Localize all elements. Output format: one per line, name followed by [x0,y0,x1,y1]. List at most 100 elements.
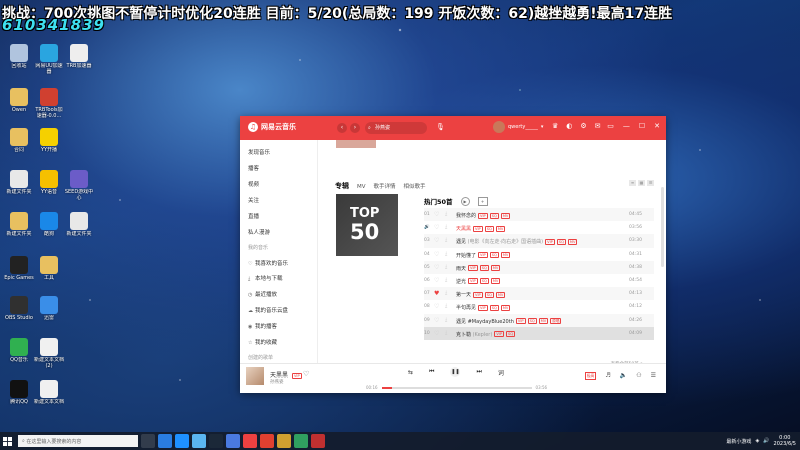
desktop-icon[interactable]: QQ音乐 [4,338,34,369]
heart-icon[interactable]: ♡ [434,264,439,271]
desktop-icon[interactable]: Epic Games [4,256,34,287]
sidebar-item[interactable]: 直播 [248,212,259,220]
gear-icon[interactable]: ⚙ [580,122,586,130]
netease-music-icon[interactable] [243,434,257,448]
download-icon[interactable]: ⤓ [445,237,447,243]
heart-icon[interactable]: ♡ [434,251,439,258]
volume-icon[interactable]: 🔈 [620,372,627,380]
minimize-icon[interactable]: — [623,122,630,130]
task-view-icon[interactable] [141,434,155,448]
mv-badge[interactable]: MV [567,238,578,245]
clock[interactable]: 0:00 2023/6/5 [774,435,796,447]
song-row[interactable]: 02🔊♡⤓天黑黑VIPSQMV03:56 [424,221,654,234]
desktop-icon[interactable]: 新建文本文档 [34,380,64,411]
top50-cover[interactable]: TOP 50 [336,194,398,256]
vip-icon[interactable]: ♛ [552,122,558,130]
desktop-icon[interactable]: YY开播 [34,128,64,159]
loop-icon[interactable]: ⇆ [408,369,413,376]
desktop-icon[interactable]: SEED游戏中心 [64,170,94,201]
recorder-icon[interactable] [311,434,325,448]
sidebar-item[interactable]: 发现音乐 [248,148,270,156]
heart-icon[interactable]: ♡ [434,317,439,324]
heart-icon[interactable]: ♡ [434,224,439,231]
edge-icon[interactable] [158,434,172,448]
view-list-icon[interactable]: ≡ [629,180,636,186]
close-icon[interactable]: ✕ [654,122,660,130]
song-row[interactable]: 01 ♡ ⤓ 我怀念的 VIP SQ MV 04:45 [424,208,654,222]
desktop-icon[interactable]: 腾讯QQ [4,380,34,411]
song-row[interactable]: 04 ♡ ⤓ 开始懂了 VIP SQ MV 04:31 [424,248,654,261]
song-row[interactable]: 06 ♡ ⤓ 逆光 VIP SQ MV 04:54 [424,274,654,287]
add-all-button[interactable]: + [477,196,488,206]
playlist-icon[interactable]: ☰ [651,372,656,380]
app-icon[interactable] [226,434,240,448]
sidebar-item[interactable]: 播客 [248,164,259,172]
desktop-icon[interactable]: 网易UU加速器 [34,44,64,75]
sidebar-item[interactable]: 私人漫游 [248,228,270,236]
mv-badge[interactable]: MV [500,304,511,311]
progress-slider[interactable] [381,386,532,389]
download-icon[interactable]: ⤓ [445,303,447,309]
heart-icon[interactable]: ♥ [434,290,439,297]
back-button[interactable]: ‹ [337,123,347,133]
maximize-icon[interactable]: ☐ [639,122,645,130]
desktop-icon[interactable]: 迅雷 [34,296,64,327]
view-grid-icon[interactable]: ▦ [638,180,645,186]
sidebar-item[interactable]: ⤓ 本地与下载 [248,274,283,282]
skin-icon[interactable]: ◐ [566,122,572,130]
sidebar-item[interactable]: ◷ 最近播放 [248,290,277,298]
tray-app-label[interactable]: 最新小游戏 [726,438,751,445]
mv-badge[interactable]: MV [500,212,511,219]
desktop-icon[interactable]: OBS Studio [4,296,34,327]
desktop-icon[interactable]: TRB加速器 [64,44,94,75]
heart-icon[interactable]: ♡ [434,330,439,337]
sound-effect-icon[interactable]: ♬ [605,372,610,380]
game-icon[interactable] [277,434,291,448]
user-profile[interactable]: qwerty_____ ▾ [493,121,543,133]
desktop-icon[interactable]: 工具 [34,256,64,287]
taskbar-search-input[interactable]: ⌕ 在这里输入要搜索的内容 [18,435,138,447]
next-icon[interactable]: ⏭ [476,368,481,376]
desktop-icon[interactable]: 酷狗 [34,212,64,243]
windows-start-icon[interactable] [0,432,14,450]
app-logo[interactable]: ♫ 网易云音乐 [248,122,296,132]
desktop-icon[interactable]: 回收站 [4,44,34,75]
sidebar-item[interactable]: ☁ 我的音乐云盘 [248,306,288,314]
desktop-icon[interactable]: 新建文件夹 [64,212,94,243]
quality-button[interactable]: 极高 [584,372,597,380]
chrome-icon[interactable] [260,434,274,448]
mv-badge[interactable]: MV [495,225,506,232]
song-row[interactable]: 10 ♡ ⤓ 克卜勒 (Kepler) VIP SQ 04:09 [424,326,654,340]
sidebar-item[interactable]: 关注 [248,196,259,204]
heart-icon[interactable]: ♡ [434,211,439,218]
network-icon[interactable]: ◈ [755,438,759,444]
desktop-icon[interactable]: 合同 [4,128,34,159]
sidebar-item[interactable]: ☆ 我的收藏 [248,338,277,346]
song-row[interactable]: 08 ♡ ⤓ 半句再见 VIP SQ MV 04:12 [424,300,654,313]
mail-icon[interactable]: ✉ [595,122,601,130]
scrollbar[interactable] [661,187,664,267]
microphone-icon[interactable]: 🎙 [436,123,445,131]
listen-together-icon[interactable]: ⚇ [636,372,641,380]
desktop-icon[interactable]: 新建文本文档 (2) [34,338,64,369]
sidebar-item[interactable]: ◉ 我的播客 [248,322,277,330]
view-detail-icon[interactable]: ☰ [647,180,654,186]
pause-button[interactable]: ❚❚ [450,367,461,377]
song-row[interactable]: 03 ♡ ⤓ 遇见 (电影《向左走·向右走》国语插曲) VIP SQ MV 03:30 [424,234,654,248]
heart-icon[interactable]: ♡ [434,237,439,244]
song-row[interactable]: 05 ♡ ⤓ 雨天 VIP SQ MV 04:38 [424,260,654,274]
tab[interactable]: MV [357,184,366,190]
forward-button[interactable]: › [350,123,360,133]
tab[interactable]: 专辑 [335,181,349,191]
explorer-icon[interactable] [175,434,189,448]
heart-icon[interactable]: ♡ [303,370,309,378]
download-icon[interactable]: ⤓ [445,224,447,230]
now-playing-cover[interactable] [246,367,264,385]
heart-icon[interactable]: ♡ [434,277,439,284]
download-icon[interactable]: ⤓ [445,211,447,217]
store-icon[interactable] [192,434,206,448]
now-playing-artist[interactable]: 孙燕姿 [270,379,284,385]
tab[interactable]: 相似歌手 [404,182,426,190]
mv-badge[interactable]: MV [538,318,549,324]
desktop-icon[interactable]: 新建文件夹 [4,170,34,201]
